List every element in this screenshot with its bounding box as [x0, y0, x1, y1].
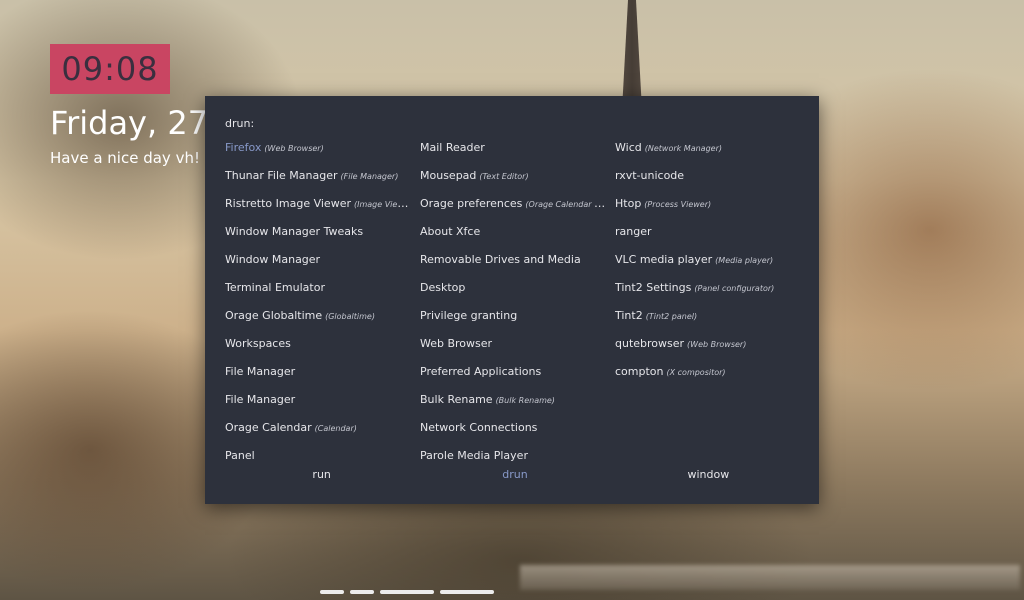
app-entry[interactable]: Tint2 Settings (Panel configurator): [615, 279, 805, 307]
app-description: (Bulk Rename): [495, 396, 555, 405]
app-name: Tint2 Settings: [615, 281, 692, 294]
app-entry[interactable]: File Manager: [225, 363, 420, 391]
mode-window[interactable]: window: [612, 468, 805, 481]
clock-widget: 09:08: [50, 44, 170, 94]
app-entry[interactable]: VLC media player (Media player): [615, 251, 805, 279]
app-entry[interactable]: Orage Calendar (Calendar): [225, 419, 420, 447]
app-description: (Orage Calendar Pref...: [525, 200, 615, 209]
app-name: Window Manager: [225, 253, 321, 266]
app-name: Preferred Applications: [420, 365, 542, 378]
app-entry[interactable]: File Manager: [225, 391, 420, 419]
app-entry[interactable]: Window Manager Tweaks: [225, 223, 420, 251]
app-name: rxvt-unicode: [615, 169, 685, 182]
app-description: (Media player): [715, 256, 774, 265]
app-name: File Manager: [225, 393, 296, 406]
app-name: Network Connections: [420, 421, 538, 434]
mode-drun[interactable]: drun: [418, 468, 611, 481]
app-name: Workspaces: [225, 337, 291, 350]
app-entry[interactable]: Workspaces: [225, 335, 420, 363]
app-name: Htop: [615, 197, 642, 210]
app-entry[interactable]: ranger: [615, 223, 805, 251]
app-name: Tint2: [615, 309, 643, 322]
app-entry[interactable]: Tint2 (Tint2 panel): [615, 307, 805, 335]
app-entry[interactable]: Terminal Emulator: [225, 279, 420, 307]
app-name: Removable Drives and Media: [420, 253, 581, 266]
app-entry[interactable]: Mousepad (Text Editor): [420, 167, 615, 195]
app-description: (Web Browser): [264, 144, 324, 153]
app-name: qutebrowser: [615, 337, 685, 350]
app-entry[interactable]: rxvt-unicode: [615, 167, 805, 195]
app-entry[interactable]: Ristretto Image Viewer (Image Viewer): [225, 195, 420, 223]
app-description: (Image Viewer): [353, 200, 416, 209]
workspace-indicator: [320, 590, 494, 594]
app-description: (Network Manager): [644, 144, 722, 153]
app-name: About Xfce: [420, 225, 481, 238]
app-entry[interactable]: About Xfce: [420, 223, 615, 251]
app-entry[interactable]: Orage Globaltime (Globaltime): [225, 307, 420, 335]
app-entry[interactable]: Mail Reader: [420, 139, 615, 167]
workspace-3[interactable]: [380, 590, 434, 594]
app-name: ranger: [615, 225, 652, 238]
app-list: Firefox (Web Browser) Thunar File Manager(…: [225, 139, 805, 475]
app-entry[interactable]: qutebrowser (Web Browser): [615, 335, 805, 363]
app-entry[interactable]: Orage preferences (Orage Calendar Pref...: [420, 195, 615, 223]
app-entry[interactable]: Preferred Applications: [420, 363, 615, 391]
app-name: Panel: [225, 449, 255, 462]
app-name: Parole Media Player: [420, 449, 528, 462]
clock-time: 09:08: [61, 50, 159, 88]
app-name: Window Manager Tweaks: [225, 225, 364, 238]
app-entry[interactable]: Network Connections: [420, 419, 615, 447]
app-name: Ristretto Image Viewer: [225, 197, 351, 210]
app-entry[interactable]: Htop (Process Viewer): [615, 195, 805, 223]
app-name: Mail Reader: [420, 141, 485, 154]
app-name: Firefox: [225, 141, 262, 154]
app-entry[interactable]: Bulk Rename (Bulk Rename): [420, 391, 615, 419]
app-entry[interactable]: Window Manager: [225, 251, 420, 279]
rofi-launcher: drun: Firefox (Web Browser) Thunar File Ma…: [205, 96, 819, 504]
app-description: (X compositor): [666, 368, 726, 377]
app-name: Orage Globaltime: [225, 309, 323, 322]
workspace-1[interactable]: [320, 590, 344, 594]
mode-run[interactable]: run: [225, 468, 418, 481]
app-name: Thunar File Manager: [225, 169, 338, 182]
app-name: VLC media player: [615, 253, 713, 266]
app-entry[interactable]: Wicd (Network Manager): [615, 139, 805, 167]
app-description: (Calendar): [314, 424, 357, 433]
app-name: Privilege granting: [420, 309, 518, 322]
app-name: Bulk Rename: [420, 393, 493, 406]
eiffel-tower-background: [622, 0, 642, 110]
launcher-prompt: drun:: [225, 117, 255, 130]
app-name: Orage preferences: [420, 197, 523, 210]
mode-switcher: run drun window: [225, 468, 805, 481]
app-entry[interactable]: Thunar File Manager (File Manager): [225, 167, 420, 195]
app-description: (Globaltime): [325, 312, 375, 321]
workspace-2[interactable]: [350, 590, 374, 594]
app-name: File Manager: [225, 365, 296, 378]
app-description: (Process Viewer): [644, 200, 712, 209]
app-entry[interactable]: Firefox (Web Browser): [225, 139, 420, 167]
app-name: Web Browser: [420, 337, 493, 350]
app-name: Desktop: [420, 281, 466, 294]
app-name: compton: [615, 365, 664, 378]
app-description: (Tint2 panel): [645, 312, 698, 321]
date-text: Friday, 27: [50, 104, 209, 142]
app-entry[interactable]: Removable Drives and Media: [420, 251, 615, 279]
app-name: Mousepad: [420, 169, 477, 182]
app-description: (File Manager): [340, 172, 399, 181]
bridge-background: [520, 565, 1020, 590]
app-entry[interactable]: Privilege granting: [420, 307, 615, 335]
app-description: (Panel configurator): [694, 284, 775, 293]
greeting-text: Have a nice day vh! H: [50, 149, 217, 167]
app-description: (Web Browser): [687, 340, 747, 349]
workspace-4[interactable]: [440, 590, 494, 594]
app-description: (Text Editor): [479, 172, 529, 181]
app-name: Wicd: [615, 141, 642, 154]
app-name: Orage Calendar: [225, 421, 312, 434]
app-entry[interactable]: Desktop: [420, 279, 615, 307]
app-name: Terminal Emulator: [225, 281, 325, 294]
app-entry[interactable]: compton (X compositor): [615, 363, 805, 391]
app-entry[interactable]: Web Browser: [420, 335, 615, 363]
